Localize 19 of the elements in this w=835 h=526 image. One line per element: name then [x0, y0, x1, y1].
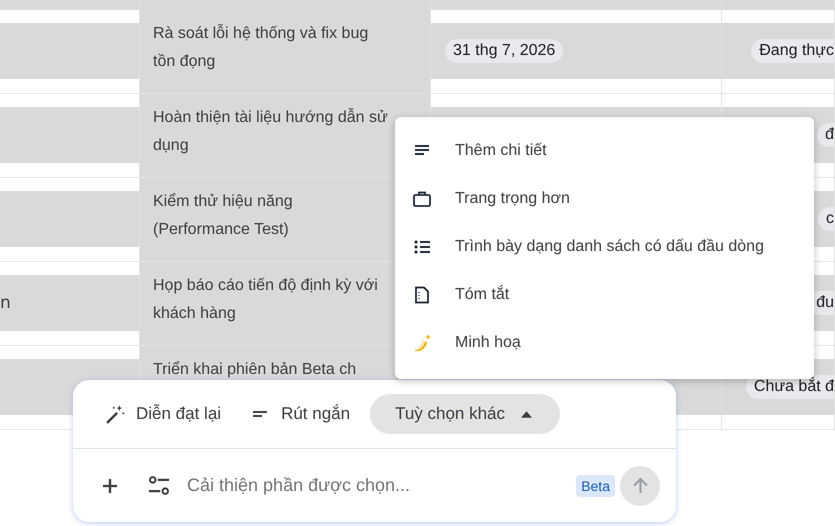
prompt-input-field[interactable]: Cải thiện phần được chọn... — [185, 474, 576, 497]
cell-text: n — [0, 293, 11, 313]
date-chip: 31 thg 7, 2026 — [445, 39, 564, 63]
status-chip: đ — [817, 123, 834, 147]
more-options-button[interactable]: Tuỳ chọn khác — [370, 394, 560, 434]
menu-item[interactable]: Trình bày dạng danh sách có dấu đầu dòng — [395, 223, 814, 271]
menu-item[interactable]: Minh hoạ — [395, 319, 814, 367]
action-button[interactable]: Diễn đạt lại — [98, 396, 232, 432]
task-text: Họp báo cáo tiến độ định kỳ với khách hàng — [153, 276, 379, 324]
status-chip: c — [818, 207, 834, 231]
menu-item[interactable]: Trang trọng hơn — [395, 175, 814, 223]
task-text: Triển khai phiên bản Beta ch — [153, 360, 358, 380]
task-text: Hoàn thiện tài liệu hướng dẫn sử dụng — [153, 107, 389, 156]
task-text: Kiểm thử hiệu năng (Performance Test) — [153, 192, 294, 240]
beta-badge: Beta — [576, 474, 615, 496]
status-chip: Đang thực — [751, 39, 834, 63]
task-text: Rà soát lỗi hệ thống và fix bug tồn đọng — [153, 23, 370, 72]
action-button[interactable]: Rút ngắn — [241, 396, 360, 432]
menu-item[interactable]: Thêm chi tiết — [395, 127, 814, 175]
